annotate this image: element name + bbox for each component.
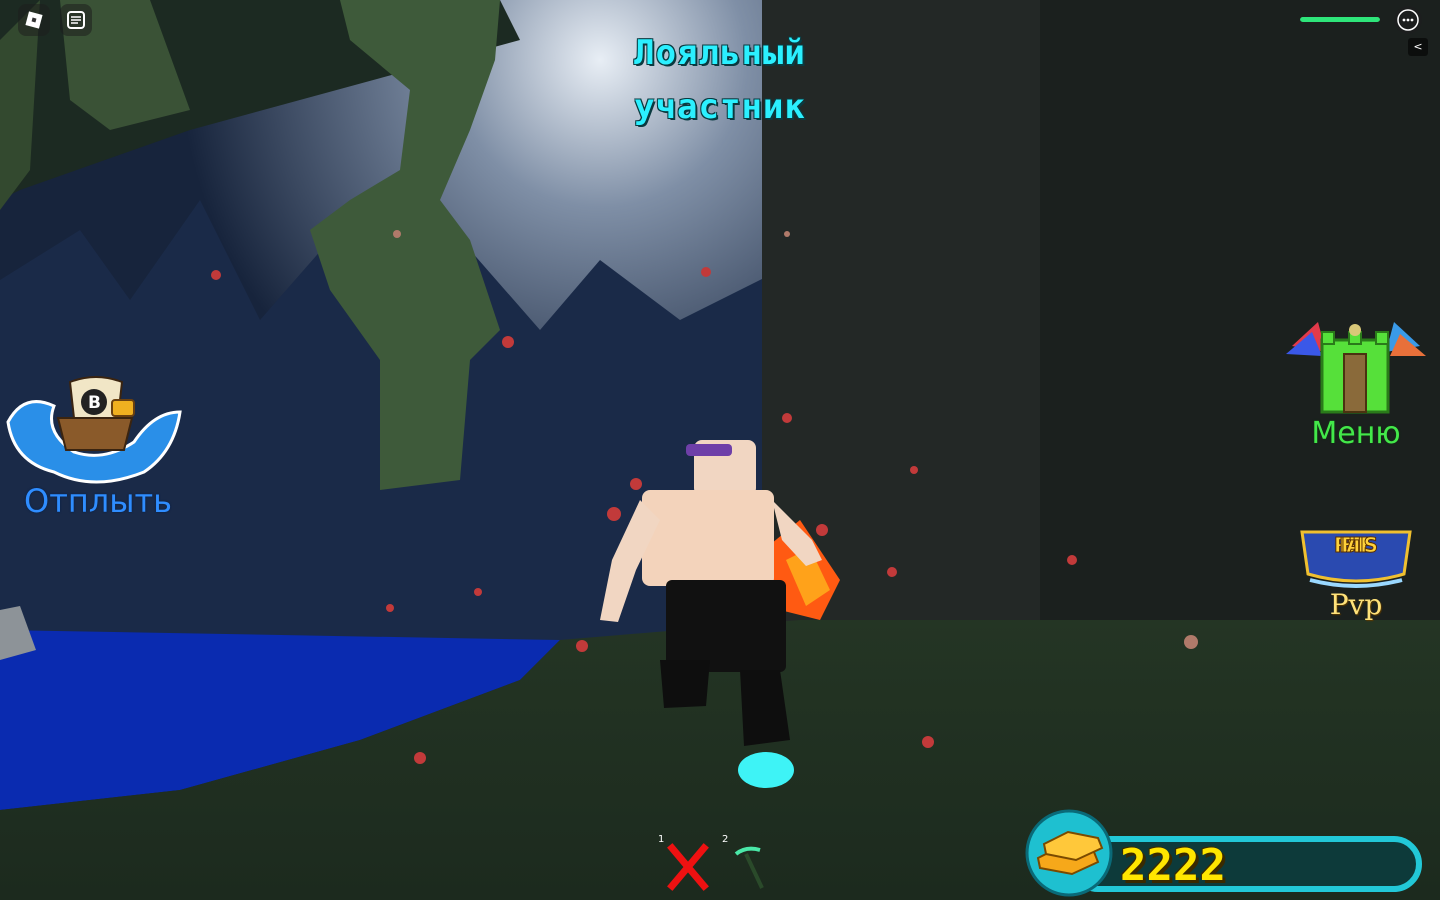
rb-battles-logo-icon: RB BATTLES: [1300, 530, 1412, 588]
pvp-button[interactable]: RB BATTLES Pvp: [1296, 518, 1416, 630]
health-bar-fill: [1300, 17, 1380, 22]
hotbar-slot-1[interactable]: 1: [658, 834, 718, 894]
game-world-viewport[interactable]: [0, 0, 1440, 900]
currency-value: 2222: [1120, 840, 1226, 891]
pickaxe-icon: [734, 846, 764, 889]
menu-label: Меню: [1311, 416, 1401, 451]
menu-button[interactable]: Меню: [1282, 312, 1430, 460]
sail-label: Отплыть: [24, 482, 172, 520]
rank-title-line2: участник: [634, 87, 806, 127]
pvp-logo-text: RB BATTLES: [1334, 533, 1378, 557]
roblox-menu-button[interactable]: [18, 4, 50, 36]
svg-text:B: B: [88, 393, 101, 413]
hotbar-slot-2[interactable]: 2: [722, 834, 782, 894]
gold-bars-icon: [1025, 809, 1113, 897]
health-bar: [1300, 17, 1380, 22]
red-x-icon: [667, 843, 709, 891]
pvp-label: Pvp: [1329, 588, 1383, 621]
ellipsis-icon: [1397, 9, 1419, 31]
chat-button[interactable]: [60, 4, 92, 36]
rank-title-line1: Лояльный: [634, 33, 806, 73]
pirate-ship-icon: B: [6, 376, 182, 484]
collapse-button[interactable]: <: [1408, 38, 1428, 56]
castle-menu-icon: [1286, 322, 1426, 414]
rank-title: Лояльный участник: [560, 26, 880, 134]
more-options-button[interactable]: [1394, 6, 1422, 34]
roblox-logo-icon: [25, 11, 43, 29]
sail-button[interactable]: B Отплыть: [4, 372, 184, 522]
chat-icon: [67, 11, 85, 29]
